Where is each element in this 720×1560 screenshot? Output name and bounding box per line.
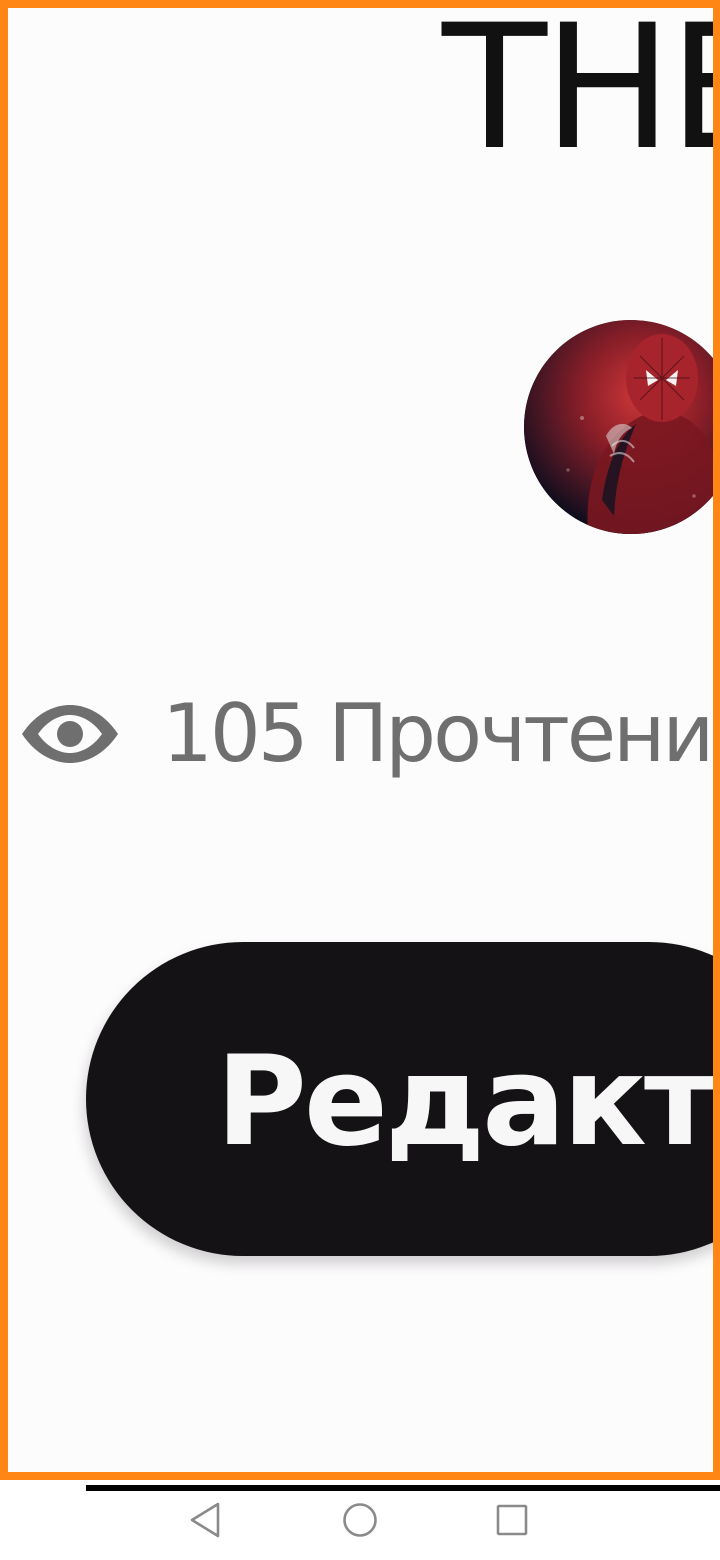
edit-button-label: Редактировать [216, 1030, 713, 1174]
edit-button[interactable]: Редактировать [86, 942, 713, 1256]
reads-stats: 105 Прочтений [20, 684, 720, 784]
eye-icon [22, 705, 118, 763]
screen-frame: THE [0, 0, 720, 1480]
avatar[interactable] [524, 320, 713, 534]
system-navigation-bar [0, 1480, 720, 1560]
recents-icon[interactable] [490, 1498, 534, 1542]
nav-divider [86, 1485, 720, 1491]
story-title: THE [442, 0, 713, 188]
reads-count: 105 Прочтений [162, 687, 720, 780]
back-icon[interactable] [184, 1498, 228, 1542]
spiderman-avatar-image [524, 320, 713, 534]
home-icon[interactable] [338, 1498, 382, 1542]
